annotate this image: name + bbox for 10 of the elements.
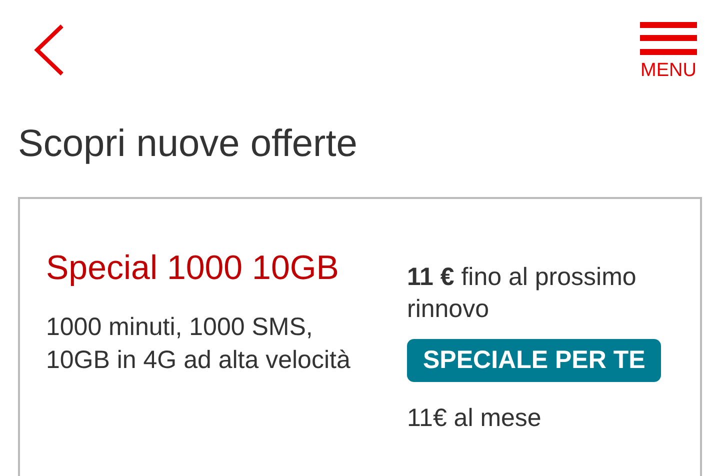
offer-price: 11 € fino al prossimo rinnovo	[407, 262, 638, 325]
offer-badge: SPECIALE PER TE	[407, 339, 662, 382]
offer-name: Special 1000 10GB	[46, 248, 339, 289]
menu-button[interactable]: MENU	[640, 22, 697, 82]
offer-description: 1000 minuti, 1000 SMS, 10GB in 4G ad alta velocità	[46, 312, 352, 376]
monthly-price: 11€ al mese	[407, 404, 542, 433]
back-button[interactable]	[32, 24, 66, 76]
page-title: Scopri nuove offerte	[18, 122, 358, 166]
menu-icon	[640, 22, 697, 55]
back-icon	[32, 24, 66, 76]
